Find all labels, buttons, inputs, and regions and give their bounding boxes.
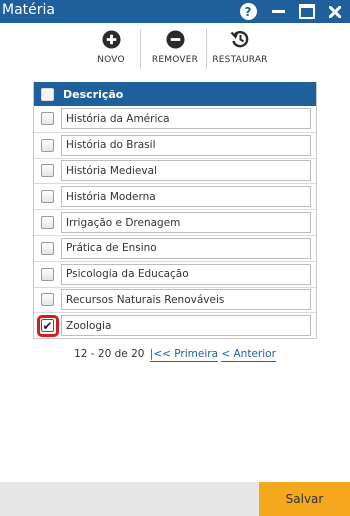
close-icon [329, 5, 341, 18]
close-button[interactable] [325, 0, 345, 23]
descricao-cell[interactable]: Irrigação e Drenagem [61, 212, 311, 234]
row-checkbox[interactable] [41, 190, 54, 204]
plus-circle-icon [101, 29, 121, 49]
window-title: Matéria [2, 2, 55, 18]
materia-grid: Descrição História da América História do… [33, 82, 317, 340]
minimize-icon [271, 10, 285, 13]
descricao-cell[interactable]: Recursos Naturais Renováveis [61, 289, 311, 311]
row-checkbox[interactable] [41, 216, 54, 230]
first-page-link[interactable]: |<< Primeira [149, 348, 219, 362]
help-icon: ? [239, 3, 257, 20]
minimize-button[interactable] [268, 0, 288, 23]
minus-circle-icon [165, 29, 185, 49]
descricao-cell[interactable]: Psicologia da Educação [61, 263, 311, 285]
restaurar-button[interactable]: RESTAURAR [207, 29, 273, 69]
novo-label: NOVO [97, 55, 125, 65]
table-row: Irrigação e Drenagem [34, 209, 316, 235]
table-row: ✔ Zoologia [34, 312, 316, 338]
descricao-cell[interactable]: História da América [61, 108, 311, 130]
maximize-button[interactable] [296, 0, 318, 23]
remover-button[interactable]: REMOVER [146, 29, 204, 69]
remover-label: REMOVER [151, 55, 199, 65]
descricao-cell[interactable]: Prática de Ensino [61, 237, 311, 259]
row-checkbox[interactable]: ✔ [41, 318, 54, 333]
row-checkbox[interactable] [41, 164, 54, 178]
table-row: História do Brasil [34, 131, 316, 158]
toolbar-divider [140, 29, 141, 69]
descricao-cell[interactable]: História do Brasil [61, 134, 311, 156]
descricao-cell[interactable]: História Medieval [61, 160, 311, 182]
selection-highlight: ✔ [36, 314, 59, 337]
descricao-cell[interactable]: Zoologia [61, 315, 311, 337]
help-button[interactable]: ? [238, 0, 258, 23]
row-checkbox[interactable] [41, 267, 54, 281]
row-checkbox[interactable] [41, 138, 54, 152]
row-checkbox[interactable] [41, 112, 54, 126]
table-row: Recursos Naturais Renováveis [34, 286, 316, 313]
row-checkbox[interactable] [41, 241, 54, 255]
footer-bar: Salvar [0, 482, 350, 516]
table-row: História da América [34, 106, 316, 132]
novo-button[interactable]: NOVO [90, 29, 132, 69]
toolbar: NOVO REMOVER RESTAURAR [0, 25, 350, 70]
pagination-range: 12 - 20 de 20 [74, 348, 145, 360]
previous-page-link[interactable]: < Anterior [221, 348, 276, 362]
maximize-icon [299, 4, 315, 19]
descricao-cell[interactable]: História Moderna [61, 186, 311, 208]
restore-icon [230, 31, 249, 48]
checkmark-icon: ✔ [42, 318, 53, 333]
table-row: Prática de Ensino [34, 234, 316, 261]
grid-header: Descrição [34, 82, 316, 106]
select-all-checkbox[interactable] [41, 87, 54, 101]
title-bar: Matéria ? [0, 0, 350, 23]
column-header-descricao: Descrição [63, 87, 124, 101]
table-row: História Medieval [34, 157, 316, 184]
save-button[interactable]: Salvar [259, 482, 350, 516]
row-checkbox[interactable] [41, 293, 54, 307]
pagination: 12 - 20 de 20 |<< Primeira < Anterior [0, 348, 350, 362]
table-row: Psicologia da Educação [34, 260, 316, 287]
restaurar-label: RESTAURAR [212, 55, 268, 65]
table-row: História Moderna [34, 183, 316, 209]
